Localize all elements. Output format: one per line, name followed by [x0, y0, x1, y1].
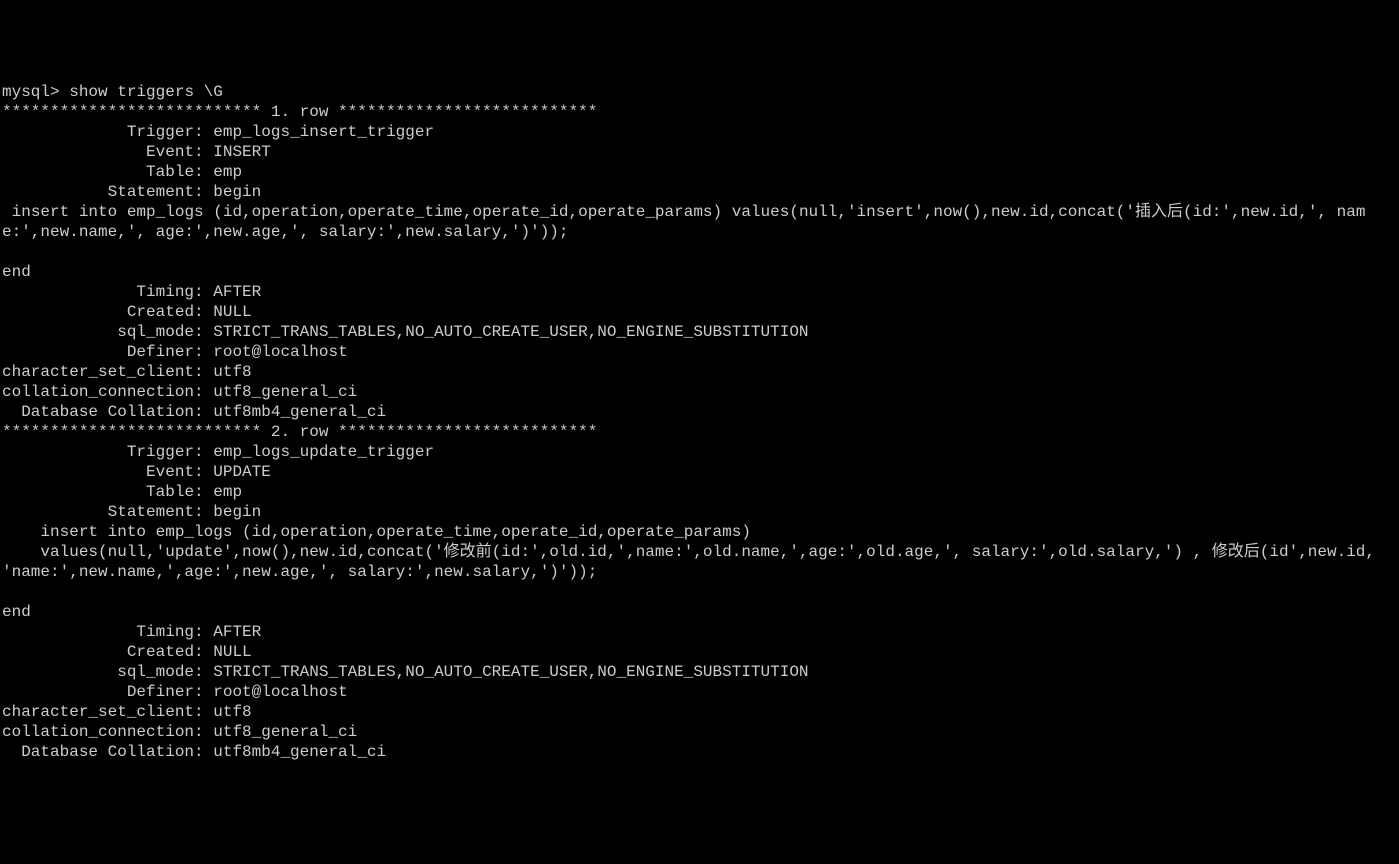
statement-label-2: Statement: — [2, 503, 213, 521]
table-label-2: Table: — [2, 483, 213, 501]
definer-label-1: Definer: — [2, 343, 213, 361]
db-collation-value-2: utf8mb4_general_ci — [213, 743, 386, 761]
terminal-output[interactable]: mysql> show triggers \G ****************… — [2, 82, 1397, 762]
definer-label-2: Definer: — [2, 683, 213, 701]
event-label-1: Event: — [2, 143, 213, 161]
collation-conn-value-2: utf8_general_ci — [213, 723, 357, 741]
sql-mode-label-1: sql_mode: — [2, 323, 213, 341]
end-2: end — [2, 603, 31, 621]
collation-conn-value-1: utf8_general_ci — [213, 383, 357, 401]
created-label-1: Created: — [2, 303, 213, 321]
end-1: end — [2, 263, 31, 281]
collation-conn-label-1: collation_connection: — [2, 383, 213, 401]
event-label-2: Event: — [2, 463, 213, 481]
created-value-2: NULL — [213, 643, 251, 661]
db-collation-label-2: Database Collation: — [2, 743, 213, 761]
statement-value-2: begin — [213, 503, 261, 521]
definer-value-1: root@localhost — [213, 343, 347, 361]
row-separator-1: *************************** 1. row *****… — [2, 103, 597, 121]
trigger-value-1: emp_logs_insert_trigger — [213, 123, 434, 141]
sql-mode-value-1: STRICT_TRANS_TABLES,NO_AUTO_CREATE_USER,… — [213, 323, 808, 341]
statement-body-2: insert into emp_logs (id,operation,opera… — [2, 523, 1385, 581]
charset-label-1: character_set_client: — [2, 363, 213, 381]
timing-value-2: AFTER — [213, 623, 261, 641]
trigger-label-2: Trigger: — [2, 443, 213, 461]
row-separator-2: *************************** 2. row *****… — [2, 423, 597, 441]
charset-label-2: character_set_client: — [2, 703, 213, 721]
event-value-2: UPDATE — [213, 463, 271, 481]
statement-label-1: Statement: — [2, 183, 213, 201]
timing-value-1: AFTER — [213, 283, 261, 301]
sql-mode-label-2: sql_mode: — [2, 663, 213, 681]
created-value-1: NULL — [213, 303, 251, 321]
sql-mode-value-2: STRICT_TRANS_TABLES,NO_AUTO_CREATE_USER,… — [213, 663, 808, 681]
trigger-value-2: emp_logs_update_trigger — [213, 443, 434, 461]
statement-body-1: insert into emp_logs (id,operation,opera… — [2, 203, 1365, 241]
db-collation-label-1: Database Collation: — [2, 403, 213, 421]
table-value-2: emp — [213, 483, 242, 501]
definer-value-2: root@localhost — [213, 683, 347, 701]
table-value-1: emp — [213, 163, 242, 181]
mysql-prompt: mysql> — [2, 83, 69, 101]
charset-value-2: utf8 — [213, 703, 251, 721]
timing-label-2: Timing: — [2, 623, 213, 641]
statement-value-1: begin — [213, 183, 261, 201]
command-text: show triggers \G — [69, 83, 223, 101]
timing-label-1: Timing: — [2, 283, 213, 301]
created-label-2: Created: — [2, 643, 213, 661]
event-value-1: INSERT — [213, 143, 271, 161]
trigger-label-1: Trigger: — [2, 123, 213, 141]
charset-value-1: utf8 — [213, 363, 251, 381]
table-label-1: Table: — [2, 163, 213, 181]
db-collation-value-1: utf8mb4_general_ci — [213, 403, 386, 421]
collation-conn-label-2: collation_connection: — [2, 723, 213, 741]
